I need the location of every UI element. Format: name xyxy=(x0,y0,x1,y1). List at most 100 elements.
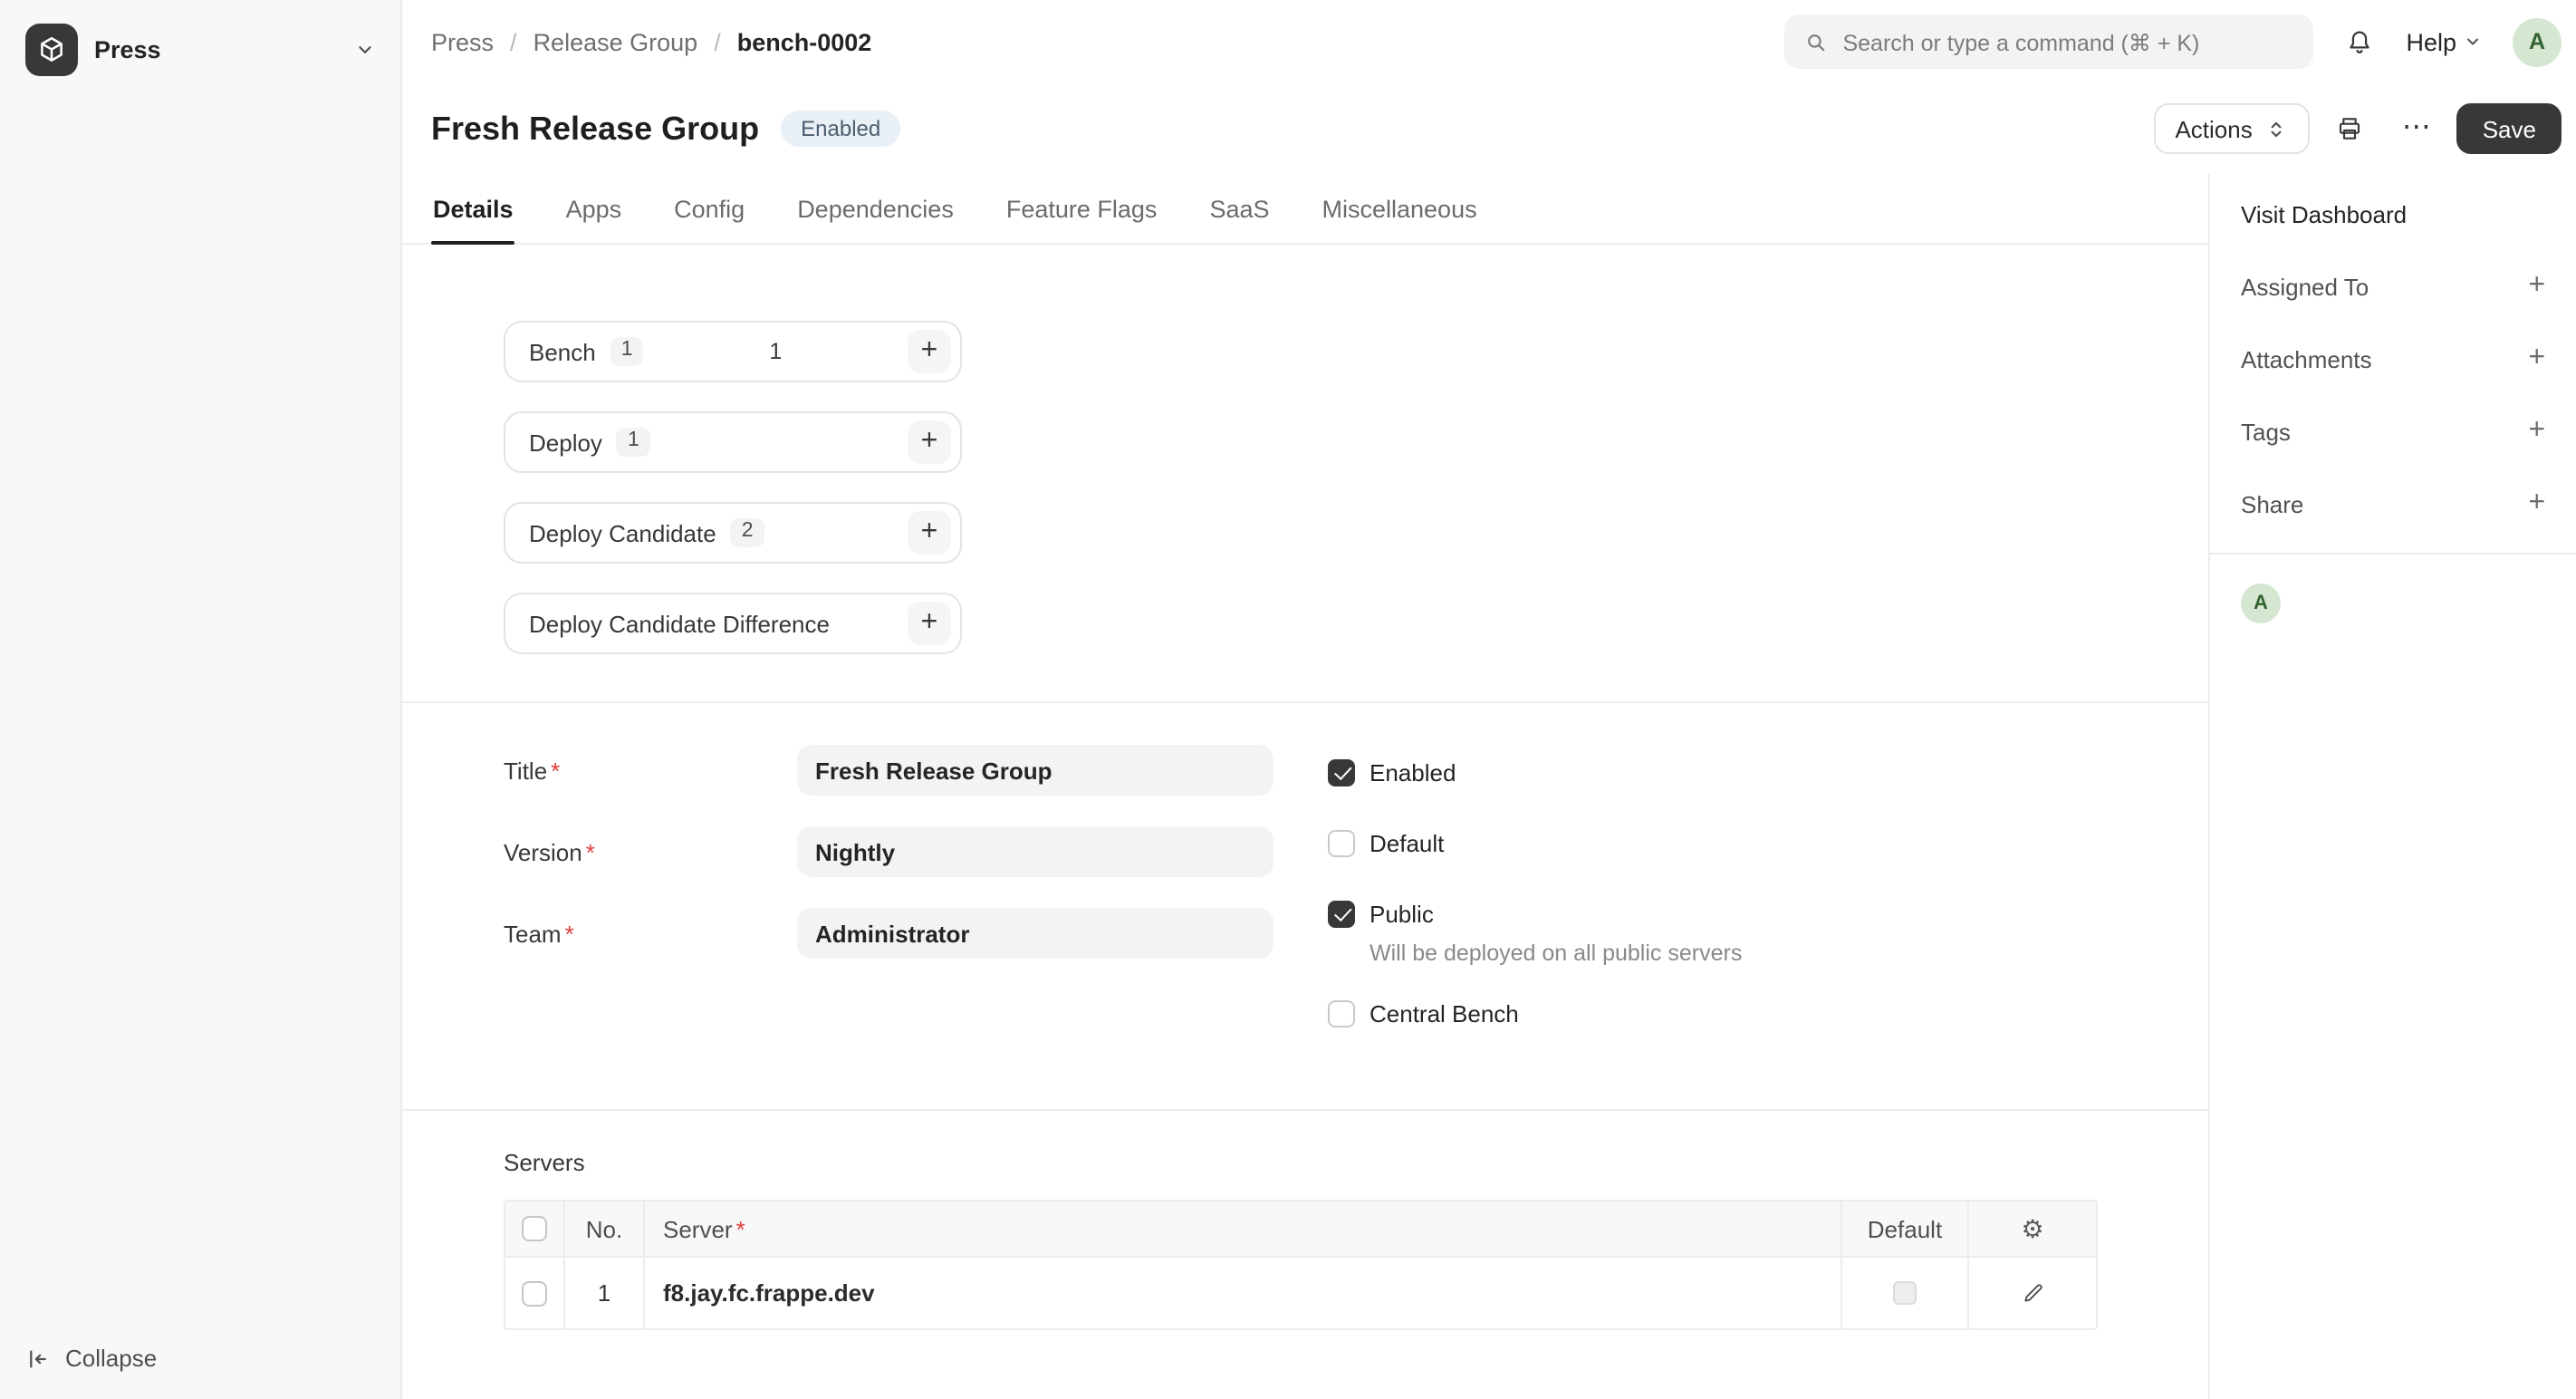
connection-label: Bench xyxy=(529,338,596,365)
add-tag-button[interactable]: + xyxy=(2526,417,2547,446)
connection-deploy[interactable]: Deploy 1 + xyxy=(504,411,962,473)
team-field[interactable] xyxy=(797,908,1274,959)
document-side-panel: Visit Dashboard Assigned To + Attachment… xyxy=(2208,174,2576,1399)
header-settings-cell: ⚙ xyxy=(1969,1201,2096,1256)
content-scroll: Bench 1 1 + Deploy 1 + Deploy Candidate xyxy=(402,245,2208,1399)
connection-count-badge: 2 xyxy=(731,519,764,547)
save-button[interactable]: Save xyxy=(2457,103,2562,154)
sidebar-collapse-button[interactable]: Collapse xyxy=(22,1341,379,1375)
add-assignment-button[interactable]: + xyxy=(2526,272,2547,301)
more-options-button[interactable]: ⋯ xyxy=(2390,103,2445,154)
add-attachment-button[interactable]: + xyxy=(2526,344,2547,373)
central-bench-checkbox[interactable] xyxy=(1328,999,1355,1027)
default-checkbox[interactable] xyxy=(1328,829,1355,856)
side-panel-divider xyxy=(2210,553,2576,555)
ellipsis-icon: ⋯ xyxy=(2402,114,2433,143)
connections-section: Bench 1 1 + Deploy 1 + Deploy Candidate xyxy=(504,321,2098,654)
breadcrumb-current: bench-0002 xyxy=(737,28,872,55)
tab-feature-flags[interactable]: Feature Flags xyxy=(1004,174,1159,243)
body-row: Details Apps Config Dependencies Feature… xyxy=(402,174,2576,1399)
required-marker: * xyxy=(586,838,595,865)
viewer-avatar[interactable]: A xyxy=(2241,584,2281,623)
row-select-cell xyxy=(505,1258,565,1328)
row-select-checkbox[interactable] xyxy=(522,1280,547,1306)
required-marker: * xyxy=(565,920,574,947)
notifications-button[interactable] xyxy=(2344,26,2375,57)
row-edit-cell xyxy=(1969,1258,2096,1328)
field-row-title: Title* xyxy=(504,745,1274,796)
central-bench-checkbox-row: Central Bench xyxy=(1328,991,1742,1035)
add-deploy-candidate-button[interactable]: + xyxy=(908,511,951,555)
share-label: Share xyxy=(2241,490,2303,517)
add-deploy-button[interactable]: + xyxy=(908,420,951,464)
header-server-cell: Server* xyxy=(645,1201,1842,1256)
field-row-team: Team* xyxy=(504,908,1274,959)
connection-extra-count: 1 xyxy=(769,339,782,364)
actions-button[interactable]: Actions xyxy=(2153,103,2310,154)
attachments-label: Attachments xyxy=(2241,345,2372,372)
breadcrumb-release-group[interactable]: Release Group xyxy=(533,28,698,55)
add-deploy-candidate-difference-button[interactable]: + xyxy=(908,602,951,645)
servers-section: Servers No. Server* Default xyxy=(504,1111,2098,1330)
public-checkbox-row: Public xyxy=(1328,892,1742,935)
help-menu[interactable]: Help xyxy=(2406,28,2482,55)
tab-miscellaneous[interactable]: Miscellaneous xyxy=(1321,174,1479,243)
enabled-checkbox-row: Enabled xyxy=(1328,750,1742,794)
print-button[interactable] xyxy=(2323,103,2378,154)
tab-saas[interactable]: SaaS xyxy=(1207,174,1271,243)
connection-deploy-candidate[interactable]: Deploy Candidate 2 + xyxy=(504,502,962,564)
servers-table-body: 1 f8.jay.fc.frappe.dev xyxy=(505,1256,2096,1328)
row-default-cell xyxy=(1842,1258,1969,1328)
enabled-checkbox[interactable] xyxy=(1328,758,1355,786)
row-server-cell[interactable]: f8.jay.fc.frappe.dev xyxy=(645,1258,1842,1328)
connection-label: Deploy xyxy=(529,429,602,456)
page-header: Fresh Release Group Enabled Actions xyxy=(402,83,2576,174)
tags-row: Tags + xyxy=(2241,395,2547,468)
header-actions: Actions ⋯ Save xyxy=(2153,103,2562,154)
header-default-cell: Default xyxy=(1842,1201,1969,1256)
app-root: Press Collapse Press / Release Group / b… xyxy=(0,0,2576,1399)
global-search-input[interactable]: Search or type a command (⌘ + K) xyxy=(1784,14,2313,69)
public-checkbox[interactable] xyxy=(1328,900,1355,927)
connection-deploy-candidate-difference[interactable]: Deploy Candidate Difference + xyxy=(504,593,962,654)
connection-label: Deploy Candidate xyxy=(529,519,716,546)
default-row-checkbox[interactable] xyxy=(1893,1281,1917,1305)
header-select-cell xyxy=(505,1201,565,1256)
tab-dependencies[interactable]: Dependencies xyxy=(795,174,956,243)
left-sidebar: Press Collapse xyxy=(0,0,402,1399)
tab-config[interactable]: Config xyxy=(672,174,746,243)
tab-details[interactable]: Details xyxy=(431,174,515,243)
pencil-icon xyxy=(2021,1281,2044,1305)
select-chevrons-icon xyxy=(2265,117,2289,140)
actions-label: Actions xyxy=(2175,115,2252,142)
select-all-checkbox[interactable] xyxy=(522,1216,547,1241)
connection-bench[interactable]: Bench 1 1 + xyxy=(504,321,962,382)
add-share-button[interactable]: + xyxy=(2526,489,2547,518)
title-field[interactable] xyxy=(797,745,1274,796)
page-title: Fresh Release Group xyxy=(431,110,759,148)
details-form: Title* Version* Team* xyxy=(504,703,2098,1062)
connection-count-badge: 1 xyxy=(610,338,644,366)
share-row: Share + xyxy=(2241,468,2547,540)
edit-row-button[interactable] xyxy=(2021,1281,2044,1305)
breadcrumb-separator: / xyxy=(714,28,721,55)
central-bench-checkbox-label: Central Bench xyxy=(1370,999,1519,1027)
user-avatar[interactable]: A xyxy=(2513,17,2562,66)
navbar-right-controls: Search or type a command (⌘ + K) Help A xyxy=(1784,14,2562,69)
field-row-version: Version* xyxy=(504,826,1274,877)
enabled-checkbox-label: Enabled xyxy=(1370,758,1456,786)
tab-apps[interactable]: Apps xyxy=(564,174,624,243)
visit-dashboard-link[interactable]: Visit Dashboard xyxy=(2241,200,2407,227)
workspace-switcher[interactable]: Press xyxy=(22,20,379,80)
gear-icon[interactable]: ⚙ xyxy=(2021,1216,2043,1241)
public-checkbox-description: Will be deployed on all public servers xyxy=(1370,941,1742,966)
breadcrumb-press[interactable]: Press xyxy=(431,28,494,55)
collapse-label: Collapse xyxy=(65,1345,157,1372)
version-field[interactable] xyxy=(797,826,1274,877)
plus-icon: + xyxy=(921,516,938,549)
version-field-label: Version* xyxy=(504,838,797,865)
add-bench-button[interactable]: + xyxy=(908,330,951,373)
content-area: Details Apps Config Dependencies Feature… xyxy=(402,174,2208,1399)
chevron-down-icon xyxy=(355,40,375,60)
chevron-down-icon xyxy=(2464,33,2482,51)
